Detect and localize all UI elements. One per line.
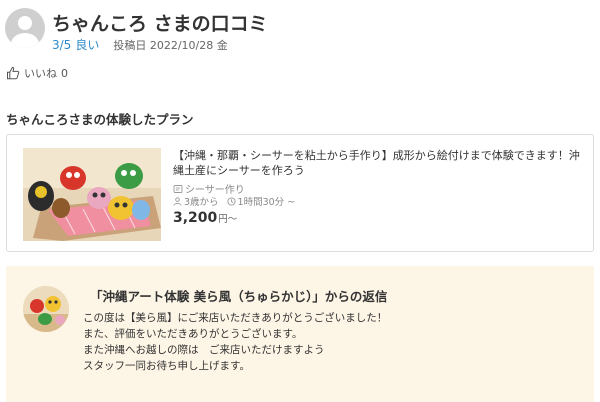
reply-body: この度は【美ら風】にご来店いただきありがとうございました！ また、評価をいただき… (83, 310, 387, 374)
reply-line: この度は【美ら風】にご来店いただきありがとうございました！ (83, 312, 388, 324)
clock-icon (226, 196, 236, 206)
plan-card[interactable]: 【沖縄・那覇・シーサーを粘土から手作り】成形から絵付けまで体験できます！沖縄土産… (6, 134, 594, 252)
plan-duration: 1時間30分 ~ (237, 197, 296, 208)
rating-label: 良い (75, 38, 100, 52)
shop-avatar (23, 286, 69, 332)
plan-thumbnail (23, 148, 161, 241)
reply-line: スタッフ一同お待ち申し上げます。 (83, 360, 250, 372)
post-date: 投稿日 2022/10/28 金 (113, 39, 228, 52)
plan-title[interactable]: 【沖縄・那覇・シーサーを粘土から手作り】成形から絵付けまで体験できます！沖縄土産… (173, 148, 581, 178)
plan-age: 3歳から (184, 197, 219, 208)
plan-price-value: 3,200 (173, 210, 218, 226)
reply-line: また沖縄へお越しの際は ご来店いただけますよう (83, 344, 325, 356)
thumbs-up-icon (7, 66, 20, 80)
shop-reply: 「沖縄アート体験 美ら風（ちゅらかじ）」からの返信 この度は【美ら風】にご来店い… (6, 266, 594, 402)
like-count: 0 (61, 66, 68, 80)
reply-line: また、評価をいただきありがとうございます。 (83, 328, 303, 340)
plan-price: 3,200円～ (173, 207, 237, 226)
plan-price-unit: 円～ (218, 214, 238, 225)
rating-row: 3/5 良い 投稿日 2022/10/28 金 (52, 36, 228, 53)
rating-score: 3/5 (52, 38, 72, 52)
person-icon (173, 196, 182, 206)
plan-meta: 3歳から 1時間30分 ~ (173, 194, 295, 208)
like-label: いいね (24, 67, 57, 80)
reply-heading: 「沖縄アート体験 美ら風（ちゅらかじ）」からの返信 (90, 289, 388, 304)
tag-icon (173, 184, 183, 193)
reviewer-avatar (5, 8, 45, 48)
section-heading: ちゃんころさまの体験したプラン (6, 112, 194, 127)
review-title: ちゃんころ さまの口コミ (52, 13, 268, 35)
like-button[interactable]: いいね 0 (6, 65, 68, 81)
